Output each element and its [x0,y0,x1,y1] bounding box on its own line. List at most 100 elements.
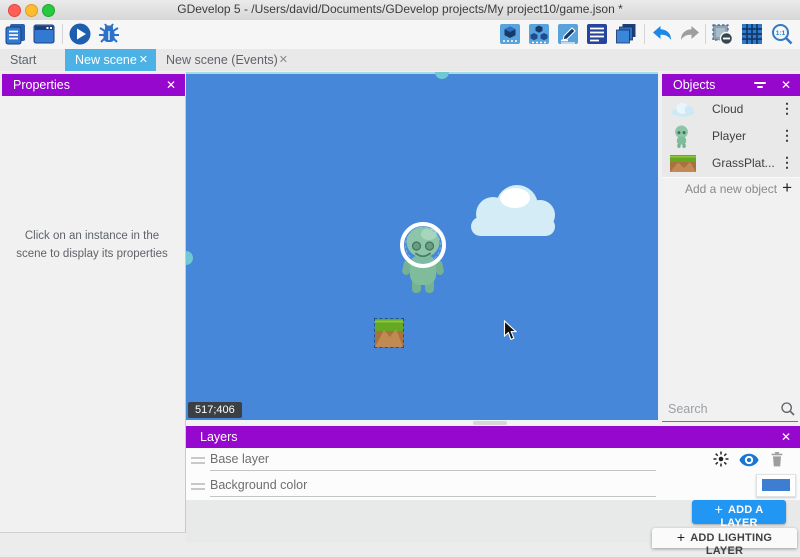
gdevelop-window: { "window": { "title": "GDevelop 5 - /Us… [0,0,800,543]
layer-visibility-eye-icon[interactable] [739,450,759,470]
filter-icon[interactable] [754,82,766,88]
object-menu-icon[interactable]: ⋮ [780,127,794,144]
layer-effects-icon[interactable] [712,450,730,468]
add-object-row[interactable]: Add a new object + [662,177,800,202]
add-object-plus-icon[interactable]: + [782,178,792,198]
edit-scene-icon [556,22,580,46]
object-groups-editor-button[interactable] [527,22,551,46]
delete-selection-icon [710,22,734,46]
add-lighting-layer-label: ADD LIGHTING LAYER [690,532,772,557]
objects-editor-icon [498,22,522,46]
instances-list-button[interactable] [585,22,609,46]
selection-ring[interactable] [400,222,446,268]
play-icon [68,22,92,46]
selection-ring-dashes [405,227,441,263]
object-menu-icon[interactable]: ⋮ [780,154,794,171]
swatch-color [762,479,790,491]
close-icon[interactable]: ✕ [781,426,791,448]
start-page-button[interactable] [32,22,56,46]
grass-platform-thumbnail [670,155,696,172]
object-menu-icon[interactable]: ⋮ [780,100,794,117]
add-layer-label: ADD A LAYER [720,504,763,529]
debug-button[interactable] [97,22,121,46]
scrollbar-thumb[interactable] [473,421,507,425]
layer-row-base[interactable]: Base layer [186,448,800,474]
toolbar-separator [705,24,706,44]
object-row-grassplatform[interactable]: GrassPlat... ⋮ [662,150,800,178]
grass-platform-image [375,319,403,347]
add-object-label: Add a new object [685,182,777,196]
objects-panel-title: Objects [673,74,715,96]
object-row-cloud[interactable]: Cloud ⋮ [662,96,800,124]
delete-layer-trash-icon[interactable] [769,450,785,468]
drag-handle-icon[interactable] [191,483,205,490]
grid-icon [740,22,764,46]
tab-new-scene-events[interactable]: New scene (Events) ✕ [156,49,296,71]
panel-resize-handle[interactable] [435,72,449,79]
window-title: GDevelop 5 - /Users/david/Documents/GDev… [0,0,800,19]
bug-icon [97,22,121,46]
objects-panel-header[interactable]: Objects ✕ [662,74,800,96]
zoom-reset-button[interactable]: 1:1 [770,22,794,46]
close-tab-icon[interactable]: ✕ [139,49,148,71]
layer-name-field[interactable]: Base layer [210,452,269,466]
undo-button[interactable] [650,22,674,46]
toggle-grid-button[interactable] [740,22,764,46]
delete-selection-button[interactable] [710,22,734,46]
mouse-cursor [503,320,517,341]
drag-handle-icon[interactable] [191,457,205,464]
search-underline [662,421,798,422]
main-toolbar: 1:1 [0,20,800,49]
sprite-grass-platform[interactable] [374,318,404,348]
layers-panel-header[interactable]: Layers ✕ [186,426,800,448]
preview-play-button[interactable] [68,22,92,46]
close-icon[interactable]: ✕ [166,74,176,96]
zoom-1to1-icon: 1:1 [770,22,794,46]
object-row-player[interactable]: Player ⋮ [662,123,800,151]
layer-row-background-color[interactable]: Background color [186,474,800,500]
cloud-thumbnail [670,100,696,118]
object-name: GrassPlat... [712,156,775,170]
close-icon[interactable]: ✕ [781,74,791,96]
search-placeholder: Search [668,402,708,416]
background-color-swatch[interactable] [756,474,796,497]
layers-editor-button[interactable] [614,22,638,46]
instances-list-icon [585,22,609,46]
panel-resize-handle[interactable] [186,251,193,265]
player-thumbnail [673,125,690,148]
object-name: Cloud [712,102,743,116]
objects-search-field[interactable]: Search [662,398,800,422]
tab-start-page[interactable]: Start Page [0,49,64,71]
start-page-icon [32,22,56,46]
object-groups-icon [527,22,551,46]
bottom-strip [0,532,186,544]
add-layer-button[interactable]: +ADD A LAYER [692,500,786,524]
object-name: Player [712,129,746,143]
field-underline [210,470,656,471]
redo-icon [678,22,702,46]
properties-panel-body [0,96,186,532]
tab-bar: Start Page New scene ✕ New scene (Events… [0,49,800,71]
redo-button[interactable] [678,22,702,46]
toolbar-separator [62,24,63,44]
layers-stack-icon [614,22,638,46]
scene-canvas[interactable]: 517;406 [186,72,658,420]
search-icon[interactable] [780,401,796,417]
layers-panel-title: Layers [200,426,238,448]
sprite-cloud[interactable] [465,183,560,241]
title-bar: GDevelop 5 - /Users/david/Documents/GDev… [0,0,800,21]
properties-panel-title: Properties [13,74,70,96]
properties-panel-header[interactable]: Properties ✕ [2,74,185,96]
close-tab-icon[interactable]: ✕ [279,49,288,71]
objects-editor-button[interactable] [498,22,522,46]
scene-properties-button[interactable] [556,22,580,46]
properties-empty-message: Click on an instance in the scene to dis… [8,228,176,264]
project-manager-icon [4,22,28,46]
project-manager-button[interactable] [4,22,28,46]
tab-new-scene[interactable]: New scene ✕ [65,49,156,71]
svg-text:1:1: 1:1 [776,30,786,37]
add-lighting-layer-button[interactable]: +ADD LIGHTING LAYER [652,528,797,548]
background-color-label: Background color [210,478,307,492]
panel-resize-line[interactable] [186,72,658,74]
plus-icon: + [715,501,723,517]
